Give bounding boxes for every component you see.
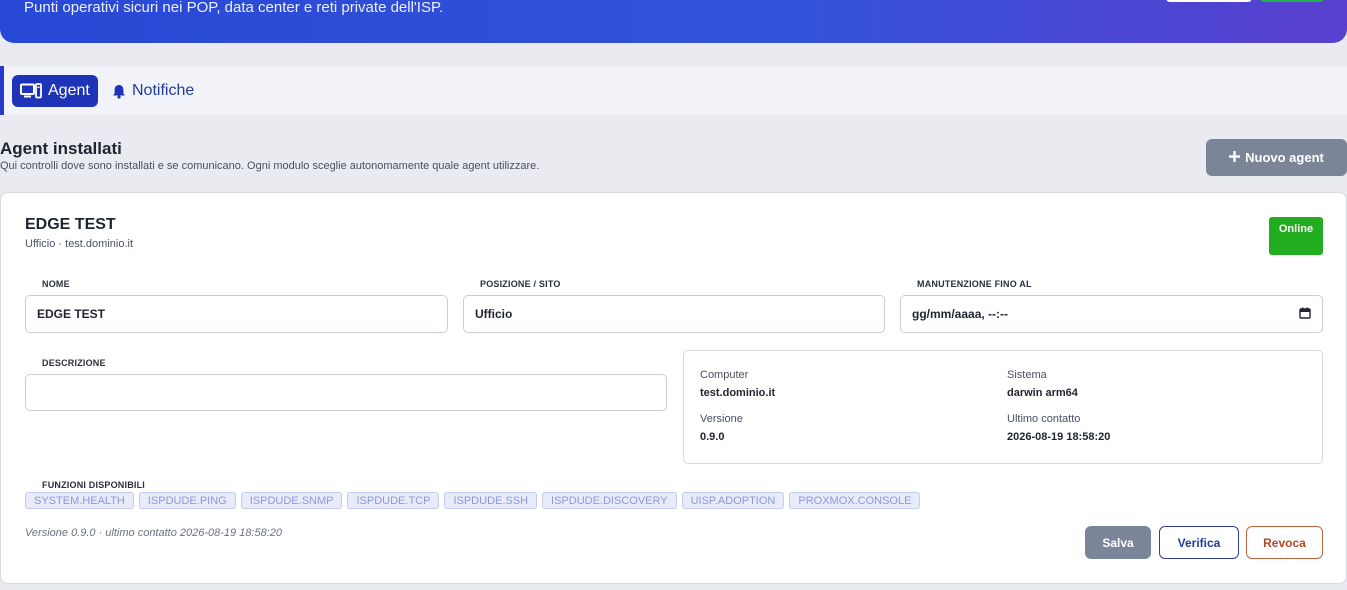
header-subtitle: Punti operativi sicuri nei POP, data cen…: [24, 0, 444, 16]
versione-label: Versione: [700, 413, 743, 425]
descrizione-input[interactable]: [25, 374, 667, 411]
ultimo-contatto-value: 2026-08-19 18:58:20: [1007, 431, 1111, 443]
save-button[interactable]: Salva: [1085, 526, 1151, 559]
monitor-icon: [20, 83, 42, 99]
function-chip: SYSTEM.HEALTH: [25, 492, 134, 509]
computer-label: Computer: [700, 369, 749, 381]
header-action-button[interactable]: [1166, 0, 1252, 2]
manutenzione-label: MANUTENZIONE FINO AL: [917, 279, 1032, 289]
tab-agent[interactable]: Agent: [12, 75, 98, 107]
function-chip: ISPDUDE.SNMP: [240, 492, 343, 509]
new-agent-button[interactable]: Nuovo agent: [1206, 139, 1347, 176]
agent-card: EDGE TEST Ufficio · test.dominio.it Onli…: [0, 192, 1347, 584]
agent-info-panel: Computer test.dominio.it Sistema darwin …: [683, 350, 1323, 464]
posizione-input[interactable]: [463, 295, 885, 333]
manutenzione-datetime-input[interactable]: gg/mm/aaaa, --:--: [900, 295, 1323, 333]
function-chip: ISPDUDE.DISCOVERY: [542, 492, 677, 509]
page-header-banner: Punti operativi sicuri nei POP, data cen…: [0, 0, 1347, 43]
header-primary-button[interactable]: [1260, 0, 1324, 2]
posizione-label: POSIZIONE / SITO: [480, 279, 561, 289]
tab-bar: Agent Notifiche: [0, 66, 1347, 115]
nome-input[interactable]: [25, 295, 448, 333]
function-chip: ISPDUDE.TCP: [347, 492, 440, 509]
function-chip: ISPDUDE.PING: [138, 492, 236, 509]
verify-button[interactable]: Verifica: [1159, 526, 1239, 559]
agent-subtitle: Ufficio · test.dominio.it: [25, 238, 134, 250]
nome-label: NOME: [42, 279, 70, 289]
sistema-value: darwin arm64: [1007, 387, 1078, 399]
status-badge: Online: [1269, 217, 1323, 255]
calendar-icon[interactable]: [1299, 307, 1311, 322]
funzioni-label: FUNZIONI DISPONIBILI: [42, 480, 145, 490]
bell-icon: [112, 84, 126, 99]
section-title: Agent installati: [0, 139, 122, 158]
revoke-button[interactable]: Revoca: [1246, 526, 1323, 559]
function-chip: PROXMOX.CONSOLE: [789, 492, 921, 509]
new-agent-label: Nuovo agent: [1245, 150, 1324, 165]
plus-icon: [1229, 150, 1241, 165]
computer-value: test.dominio.it: [700, 387, 776, 399]
tab-notifiche[interactable]: Notifiche: [104, 75, 202, 107]
section-description: Qui controlli dove sono installati e se …: [0, 160, 540, 172]
function-chip: UISP.ADOPTION: [681, 492, 785, 509]
tab-notifiche-label: Notifiche: [132, 82, 195, 99]
descrizione-label: DESCRIZIONE: [42, 358, 106, 368]
manutenzione-placeholder: gg/mm/aaaa, --:--: [912, 307, 1009, 321]
ultimo-contatto-label: Ultimo contatto: [1007, 413, 1081, 425]
function-chip: ISPDUDE.SSH: [444, 492, 538, 509]
versione-value: 0.9.0: [700, 431, 725, 443]
sistema-label: Sistema: [1007, 369, 1047, 381]
functions-list: SYSTEM.HEALTH ISPDUDE.PING ISPDUDE.SNMP …: [25, 492, 921, 509]
agent-title: EDGE TEST: [25, 216, 116, 233]
agent-footer-meta: Versione 0.9.0 · ultimo contatto 2026-08…: [25, 527, 283, 539]
tab-agent-label: Agent: [48, 82, 90, 99]
